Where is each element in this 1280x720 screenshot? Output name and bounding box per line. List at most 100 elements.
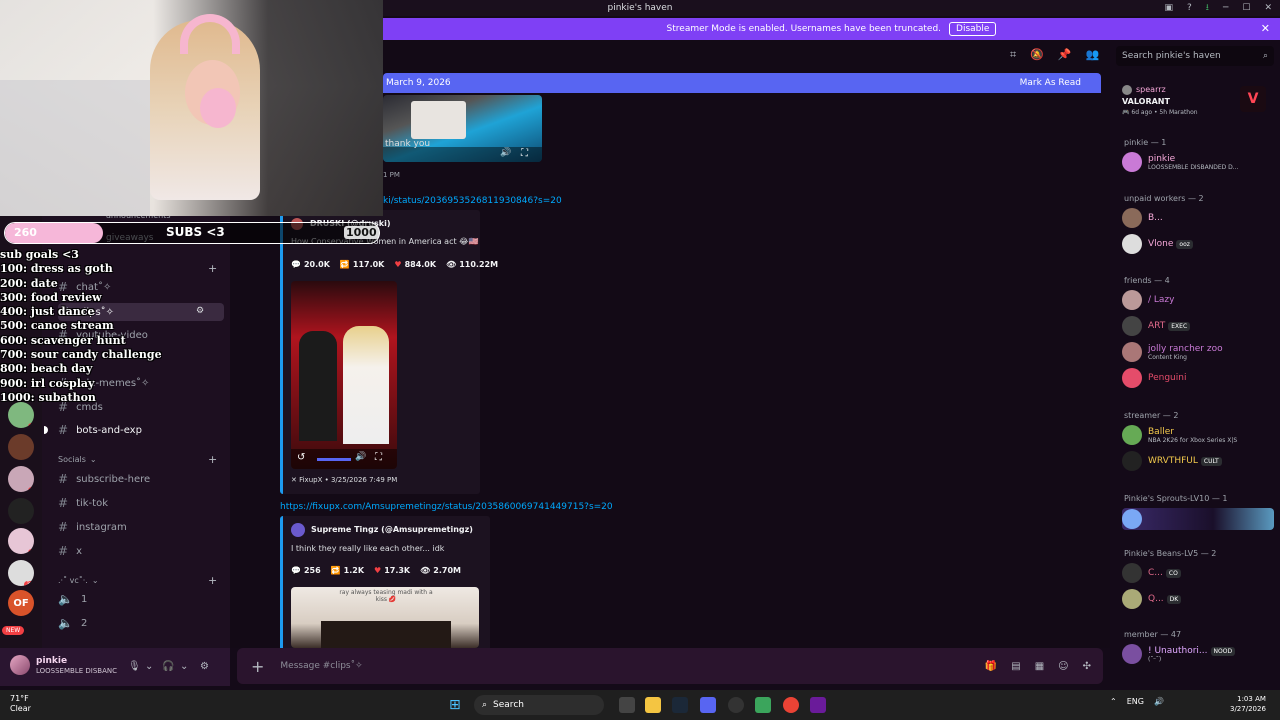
member-row[interactable]	[1122, 508, 1274, 530]
sub-goal-item: sub goals <3	[0, 248, 79, 261]
activity-user[interactable]: spearrz	[1136, 85, 1166, 94]
avatar	[1122, 85, 1132, 95]
pin-icon[interactable]: 📌	[1058, 48, 1072, 62]
weather-widget[interactable]: 71°F Clear	[10, 694, 31, 714]
embed-video[interactable]: ray always teasing madi with a kiss 💋	[291, 587, 479, 648]
steam-icon[interactable]	[672, 697, 688, 713]
mute-icon[interactable]: 🔕	[1030, 48, 1044, 62]
app-icon[interactable]	[755, 697, 771, 713]
add-channel-icon[interactable]: +	[208, 453, 217, 466]
channel-subscribe-here[interactable]: # subscribe-here	[58, 470, 150, 488]
member-row[interactable]: B...	[1122, 208, 1163, 228]
replay-icon[interactable]: ↺	[297, 452, 305, 463]
user-status: LOOSSEMBLE DISBANC	[36, 667, 117, 675]
message-composer[interactable]: + Message #clips˚✧ 🎁 ▤ ▦ ☺ ✣	[237, 648, 1103, 684]
server-icon[interactable]: 2	[8, 528, 34, 554]
emoji-icon[interactable]: ☺	[1058, 661, 1068, 672]
disable-streamer-mode-button[interactable]: Disable	[949, 22, 997, 36]
member-row[interactable]: ! Unauthori... NOOD (˘ᵕ˘)	[1122, 644, 1236, 664]
threads-icon[interactable]: ⌗	[1010, 48, 1016, 62]
member-row[interactable]: jolly rancher zoo Content King	[1122, 342, 1223, 362]
channel-bots-and-exp[interactable]: # bots-and-exp	[58, 421, 142, 439]
category-voice[interactable]: .·˚ vc˚·. ⌄	[58, 576, 99, 585]
member-list-icon[interactable]: 👥	[1086, 48, 1100, 62]
search-input[interactable]: Search pinkie's haven ⌕	[1116, 46, 1274, 66]
system-tray: ⌃ ENG 🔊	[1110, 697, 1164, 706]
file-explorer-icon[interactable]	[645, 697, 661, 713]
member-row[interactable]: Penguini	[1122, 368, 1186, 388]
close-banner-icon[interactable]: ✕	[1261, 22, 1270, 35]
voice-channel-1[interactable]: 🔈 1	[58, 590, 87, 608]
inbox-icon[interactable]: ▣	[1165, 3, 1174, 13]
gif-icon[interactable]: ▤	[1011, 661, 1020, 672]
volume-icon[interactable]: 🔊	[355, 452, 366, 462]
chevron-down-icon[interactable]: ⌄	[145, 661, 153, 672]
embed-video[interactable]: ↺ 🔊 ⛶	[291, 281, 397, 469]
video-caption: thank you	[385, 139, 431, 149]
voice-channel-2[interactable]: 🔈 2	[58, 614, 87, 632]
member-row[interactable]: Q... DK	[1122, 589, 1182, 609]
video-progress[interactable]	[317, 458, 351, 461]
message-link[interactable]: https://fixupx.com/Amsupremetingz/status…	[280, 502, 613, 512]
server-icon[interactable]	[8, 498, 34, 524]
settings-icon[interactable]: ⚙	[196, 306, 204, 316]
language-indicator[interactable]: ENG	[1127, 697, 1144, 706]
taskbar-clock[interactable]: 1:03 AM 3/27/2026	[1230, 694, 1266, 714]
task-view-icon[interactable]	[619, 697, 635, 713]
user-name[interactable]: pinkie	[36, 656, 67, 666]
maximize-icon[interactable]: ☐	[1242, 3, 1250, 13]
server-icon[interactable]	[8, 434, 34, 460]
member-row[interactable]: Baller NBA 2K26 for Xbox Series X|S	[1122, 425, 1237, 445]
member-row[interactable]: pinkie LOOSSEMBLE DISBANDED D...	[1122, 152, 1239, 172]
video-player[interactable]: thank you 🔊 ⛶	[383, 95, 542, 162]
download-icon[interactable]: ⭳	[1206, 0, 1209, 16]
member-row[interactable]: Vlone ooz	[1122, 234, 1193, 254]
member-row[interactable]: WRVTHFUL CULT	[1122, 451, 1222, 471]
speaker-icon: 🔈	[58, 616, 73, 630]
server-icon[interactable]: 1	[8, 466, 34, 492]
member-avatar	[1122, 425, 1142, 445]
new-messages-bar[interactable]: March 9, 2026 Mark As Read	[383, 73, 1101, 93]
obs-icon[interactable]	[728, 697, 744, 713]
chevron-down-icon[interactable]: ⌄	[180, 661, 188, 672]
minimize-icon[interactable]: ─	[1223, 3, 1228, 13]
add-attachment-icon[interactable]: +	[251, 657, 264, 676]
gift-icon[interactable]: 🎁	[985, 661, 997, 672]
channel-x[interactable]: # x	[58, 542, 82, 560]
discord-icon[interactable]	[700, 697, 716, 713]
member-row[interactable]: / Lazy	[1122, 290, 1174, 310]
volume-icon[interactable]: 🔊	[500, 148, 511, 158]
fullscreen-icon[interactable]: ⛶	[375, 452, 382, 463]
fullscreen-icon[interactable]: ⛶	[521, 148, 528, 159]
add-channel-icon[interactable]: +	[208, 262, 217, 275]
server-icon[interactable]: 2	[8, 402, 34, 428]
category-socials[interactable]: Socials ⌄	[58, 455, 97, 464]
channel-instagram[interactable]: # instagram	[58, 518, 127, 536]
sticker-icon[interactable]: ▦	[1035, 661, 1044, 672]
headphones-icon[interactable]: 🎧	[162, 661, 174, 672]
user-settings-icon[interactable]: ⚙	[200, 661, 209, 672]
message-input[interactable]: Message #clips˚✧	[280, 661, 984, 671]
apps-icon[interactable]: ✣	[1083, 661, 1091, 672]
volume-icon[interactable]: 🔊	[1154, 697, 1164, 706]
channel-tik-tok[interactable]: # tik-tok	[58, 494, 108, 512]
tray-expand-icon[interactable]: ⌃	[1110, 697, 1117, 706]
chevron-down-icon: ⌄	[91, 576, 99, 585]
microphone-icon[interactable]: 🎙	[128, 661, 141, 672]
add-channel-icon[interactable]: +	[208, 574, 217, 587]
taskbar-search[interactable]: ⌕ Search	[474, 695, 604, 715]
help-icon[interactable]: ?	[1187, 3, 1192, 13]
member-row[interactable]: C... CO	[1122, 563, 1181, 583]
user-avatar[interactable]	[10, 655, 30, 675]
server-icon[interactable]: 34	[8, 560, 34, 586]
mark-as-read-button[interactable]: Mark As Read	[1020, 78, 1081, 88]
message-link[interactable]: ki/status/2036953526811930846?s=20	[383, 196, 562, 206]
chrome-icon[interactable]	[783, 697, 799, 713]
app-icon[interactable]	[810, 697, 826, 713]
server-icon-of[interactable]: OF	[8, 590, 34, 616]
member-row[interactable]: ART EXEC	[1122, 316, 1191, 336]
embed-author[interactable]: Supreme Tingz (@Amsupremetingz)	[311, 525, 473, 534]
close-window-icon[interactable]: ✕	[1264, 3, 1272, 13]
start-icon[interactable]: ⊞	[449, 697, 461, 713]
member-name: C... CO	[1148, 568, 1181, 578]
